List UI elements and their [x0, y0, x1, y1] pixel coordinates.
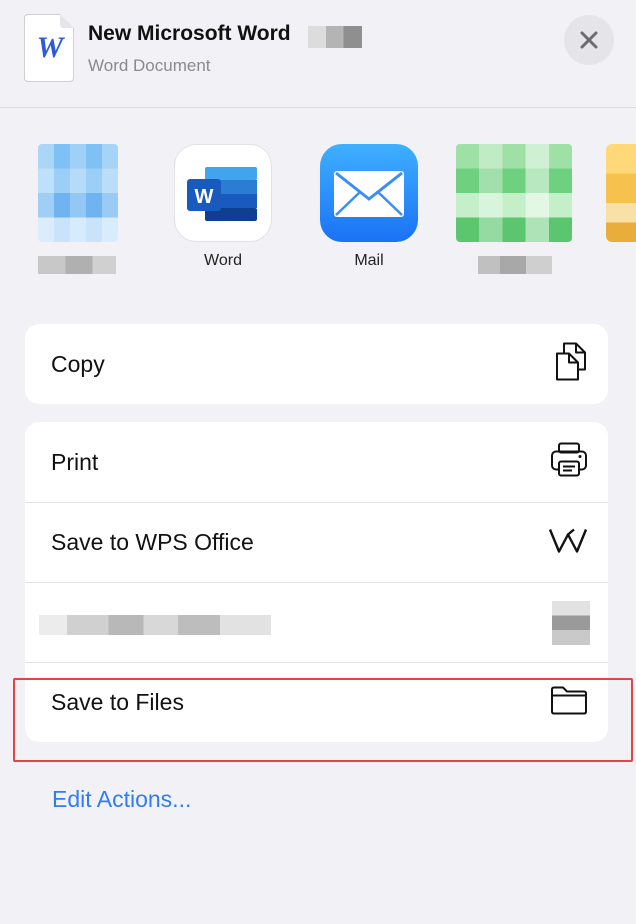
share-sheet-header: W New Microsoft Word Word Document: [0, 0, 636, 108]
document-type: Word Document: [88, 56, 211, 75]
blurred-app-icon[interactable]: [606, 144, 636, 242]
action-save-to-wps[interactable]: Save to WPS Office: [25, 502, 608, 582]
action-print-label: Print: [51, 448, 99, 475]
svg-text:W: W: [195, 186, 214, 208]
action-group-copy: Copy: [25, 324, 608, 404]
action-save-to-files[interactable]: Save to Files: [25, 662, 608, 742]
blurred-app-icon[interactable]: [456, 144, 572, 242]
wps-office-icon: [548, 526, 588, 559]
microsoft-word-icon: W: [174, 144, 272, 242]
close-icon: [580, 31, 598, 49]
share-app-mail[interactable]: Mail: [320, 144, 418, 270]
app-label-word: Word: [204, 252, 242, 269]
word-document-icon: W: [24, 14, 74, 82]
redacted-action-icon: [552, 601, 590, 645]
printer-icon: [550, 442, 588, 483]
folder-icon: [550, 685, 588, 720]
action-redacted[interactable]: [25, 582, 608, 662]
app-label-mail: Mail: [354, 252, 384, 269]
close-button[interactable]: [564, 15, 614, 65]
document-title: New Microsoft Word: [88, 22, 291, 45]
redacted-title-suffix: [308, 26, 362, 48]
redacted-action-label: [39, 615, 271, 635]
action-save-files-label: Save to Files: [51, 689, 184, 715]
action-copy[interactable]: Copy: [25, 324, 608, 404]
blurred-app-label: [478, 256, 552, 274]
mail-icon: [320, 144, 418, 242]
action-print[interactable]: Print: [25, 422, 608, 502]
action-wps-label: Save to WPS Office: [51, 529, 254, 555]
app-share-row: W Word Mail: [0, 140, 636, 280]
action-copy-label: Copy: [51, 350, 105, 377]
copy-icon: [554, 342, 588, 387]
edit-actions-link[interactable]: Edit Actions...: [52, 786, 191, 813]
share-app-word[interactable]: W Word: [174, 144, 272, 270]
blurred-app-label: [38, 256, 116, 274]
blurred-app-icon[interactable]: [38, 144, 118, 242]
action-group-main: Print Save to WPS Office Save to Files: [25, 422, 608, 742]
